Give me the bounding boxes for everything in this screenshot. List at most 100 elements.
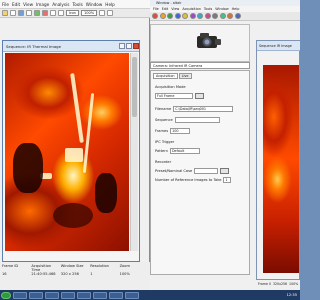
sequence-label: Sequence [155,118,173,122]
right-status-size: 320x256 [272,281,288,286]
acq-mode-row: Acquisition Mode [155,83,249,91]
maximize-icon[interactable] [126,43,132,49]
palette-select[interactable]: Iron [66,10,79,16]
folder-icon[interactable] [182,13,188,19]
menu-image[interactable]: Image [36,2,49,7]
export-icon[interactable] [227,13,233,19]
number-field[interactable]: 1 [223,177,232,183]
sequence-field[interactable] [174,117,220,123]
settings-icon[interactable] [212,13,218,19]
thermal-image[interactable] [5,53,129,251]
start-button[interactable] [1,291,11,299]
menu-tools[interactable]: Tools [204,7,212,11]
taskbar-app-3[interactable] [45,291,59,299]
camera-icon [197,33,221,48]
stop-icon[interactable] [42,10,48,16]
filename-field[interactable]: C:\Data\IR\seq001 [173,106,234,112]
menu-edit[interactable]: Edit [162,7,169,11]
child-window-title: Sequence IR Image [259,43,292,48]
record-icon[interactable] [152,13,158,19]
image-window: Sequence: IR Thermal Image [2,40,140,262]
open-folder-icon[interactable] [2,10,8,16]
right-status-frame: Frame 0 [258,281,271,286]
camera-select-value: Camera: Infrared IR Camera [153,63,203,68]
camera-panel [150,24,250,62]
child-window-titlebar[interactable]: Sequence IR Image [257,41,300,51]
palette-icon[interactable] [189,13,196,19]
menu-help[interactable]: Help [105,2,115,7]
preset-field[interactable] [194,168,219,174]
ipc-row: IPC Trigger [155,138,249,146]
minimize-icon[interactable] [119,43,125,49]
taskbar: 12:35 [0,290,300,300]
left-toolbar: Iron 100% [0,9,150,18]
acq-mode-value[interactable]: Full Frame [155,93,193,99]
status-header-acq-time: Acquisition Time [31,264,52,272]
scrollbar-thumb[interactable] [132,57,137,117]
acq-mode-value-row: Full Frame [155,92,249,100]
menu-file[interactable]: File [2,2,9,7]
zoom-out-icon[interactable] [58,10,64,16]
status-header-resolution: Resolution [90,264,109,268]
image-window-title: Sequence: IR Thermal Image [6,43,61,49]
recorder-label: Recorder [155,160,172,164]
menu-acquisition[interactable]: Acquisition [182,7,201,11]
acquisition-tabs: Acquisition Live [153,73,249,79]
tab-acquisition[interactable]: Acquisition [153,73,178,79]
refresh-icon[interactable] [219,13,226,19]
menu-view[interactable]: View [23,2,33,7]
play-icon[interactable] [167,13,173,19]
pause-icon[interactable] [159,13,166,19]
taskbar-app-2[interactable] [29,291,43,299]
image-window-titlebar[interactable]: Sequence: IR Thermal Image [3,41,139,52]
print-icon[interactable] [26,10,32,16]
clock: 12:35 [286,293,297,297]
menu-file[interactable]: File [153,7,159,11]
status-value-resolution: 1 [90,272,93,276]
thermal-image-right[interactable] [263,65,299,273]
tag-icon[interactable] [204,13,211,19]
menu-edit[interactable]: Edit [12,2,20,7]
filename-row: Filename C:\Data\IR\seq001 [155,105,249,113]
layout-icon[interactable] [234,13,241,19]
taskbar-app-5[interactable] [77,291,91,299]
pattern-field[interactable]: Default [169,148,200,154]
taskbar-app-7[interactable] [109,291,123,299]
child-image-window: Sequence IR Image [256,40,300,280]
recorder-row: Recorder [155,158,249,166]
left-statusbar: Frame ID Acquisition Time Window Size Re… [0,262,150,290]
right-toolbar [150,12,300,21]
settings-icon[interactable] [107,10,114,16]
taskbar-app-6[interactable] [93,291,107,299]
grid-icon[interactable] [99,10,106,16]
save-icon[interactable] [10,10,16,16]
vertical-scrollbar[interactable] [130,53,138,251]
acq-mode-button[interactable] [195,93,204,99]
menu-help[interactable]: Help [232,7,240,11]
menu-analysis[interactable]: Analysis [52,2,69,7]
camera-select[interactable]: Camera: Infrared IR Camera [150,62,250,69]
preset-row: Preset/Nominal Case [155,167,249,175]
right-app-window: Window - altair File Edit View Acquisiti… [150,0,300,290]
image-icon[interactable] [18,10,24,16]
zoom-in-icon[interactable] [50,10,56,16]
preset-dropdown[interactable] [220,168,230,174]
menu-view[interactable]: View [171,7,179,11]
taskbar-app-8[interactable] [125,291,139,299]
snapshot-icon[interactable] [174,13,181,19]
tab-live[interactable]: Live [178,73,192,79]
pattern-label: Pattern [155,149,168,153]
measure-icon[interactable] [197,13,203,19]
frames-row: Frames 100 [155,127,249,135]
zoom-select[interactable]: 100% [80,10,98,16]
status-value-acq-time: 21:40:55.468 [31,272,56,276]
menu-tools[interactable]: Tools [72,2,82,7]
menu-window[interactable]: Window [86,2,103,7]
menu-window[interactable]: Window [215,7,228,11]
frames-field[interactable]: 100 [170,128,191,134]
play-icon[interactable] [34,10,40,16]
close-icon[interactable] [133,43,139,49]
taskbar-app-1[interactable] [13,291,27,299]
taskbar-app-4[interactable] [61,291,75,299]
status-value-frame-id: 16 [2,272,7,276]
